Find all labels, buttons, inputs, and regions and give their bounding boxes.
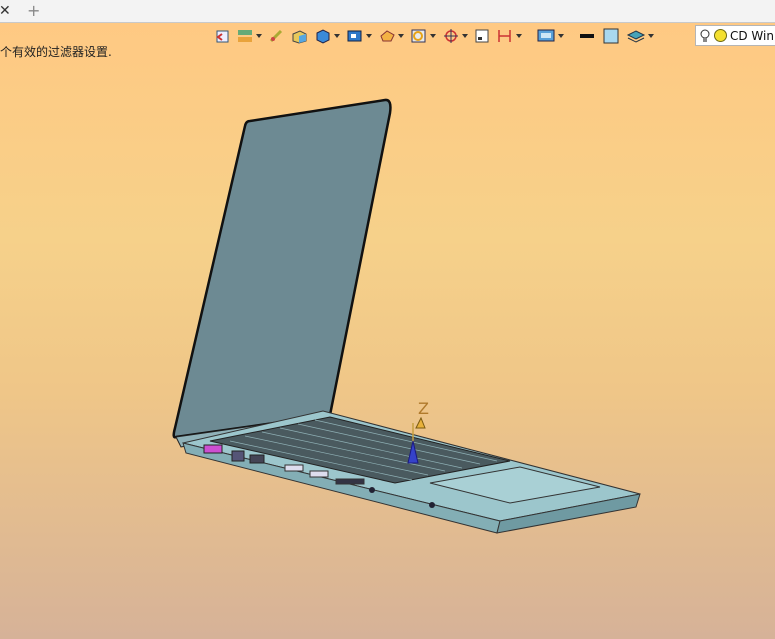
small-box-icon[interactable] [474, 28, 490, 44]
snap-icon[interactable] [442, 28, 468, 44]
add-tab-icon[interactable]: + [27, 0, 40, 22]
status-dot-icon [714, 29, 727, 42]
laptop-lid [172, 98, 392, 439]
undo-view-icon[interactable] [214, 28, 230, 44]
laptop-model[interactable]: Z [0, 23, 775, 639]
render-mode-icon[interactable] [346, 28, 372, 44]
usb-port [203, 444, 223, 454]
filter-dropdown[interactable]: CD Win [695, 25, 775, 46]
section-icon[interactable] [378, 28, 404, 44]
close-tab-icon[interactable]: ✕ [0, 1, 11, 21]
measure-icon[interactable] [268, 28, 284, 44]
cube-view-icon[interactable] [314, 28, 340, 44]
layer-icon[interactable] [236, 28, 262, 44]
lightbulb-icon [700, 29, 710, 42]
black-line-icon[interactable] [578, 28, 596, 44]
display-settings-icon[interactable] [536, 28, 564, 44]
bracket-icon[interactable] [496, 28, 522, 44]
box-shading-icon[interactable] [290, 28, 308, 44]
background-color-icon[interactable] [602, 28, 620, 44]
layers-stack-icon[interactable] [626, 28, 654, 44]
filter-label: CD Win [730, 28, 774, 43]
view-toolbar [214, 25, 660, 47]
status-message: 个有效的过滤器设置. [0, 45, 112, 59]
z-axis-label: Z [418, 399, 429, 418]
tab-bar: ✕ + [0, 0, 775, 23]
zoom-fit-icon[interactable] [410, 28, 436, 44]
